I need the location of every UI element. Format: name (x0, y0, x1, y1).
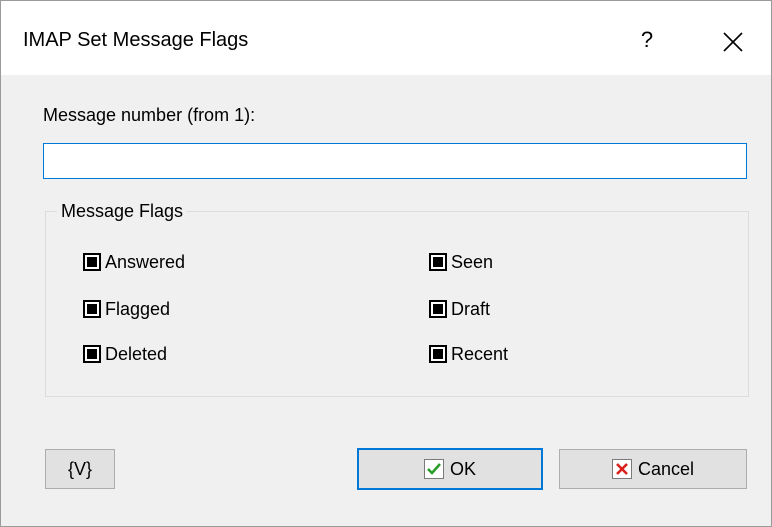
message-flags-legend: Message Flags (57, 201, 188, 222)
checkbox-label: Answered (105, 251, 186, 272)
checkbox-deleted[interactable]: Deleted (83, 342, 167, 366)
message-number-input[interactable] (43, 143, 747, 179)
checkbox-label: Draft (451, 298, 491, 319)
dialog-window: IMAP Set Message Flags ? Message number … (0, 0, 772, 527)
checkbox-box (429, 345, 447, 363)
checkbox-answered[interactable]: Answered (83, 250, 185, 274)
variables-button-label: {V} (67, 458, 93, 479)
variables-button[interactable]: {V} (45, 449, 115, 489)
checkmark-icon (423, 459, 444, 479)
checkbox-seen[interactable]: Seen (429, 250, 493, 274)
checkbox-recent[interactable]: Recent (429, 342, 508, 366)
checkbox-label: Seen (451, 251, 494, 272)
checkbox-box (429, 253, 447, 271)
checkbox-draft[interactable]: Draft (429, 297, 490, 321)
cancel-button-label: Cancel (637, 458, 695, 479)
checkbox-box (83, 253, 101, 271)
checkbox-label: Recent (451, 343, 509, 364)
checkbox-label: Flagged (105, 298, 171, 319)
checkbox-box (83, 300, 101, 318)
cancel-button[interactable]: Cancel (559, 449, 747, 489)
title-bar: IMAP Set Message Flags ? (1, 1, 771, 75)
message-number-label: Message number (from 1): (43, 105, 256, 125)
checkbox-box (429, 300, 447, 318)
x-icon (611, 459, 632, 479)
close-icon (723, 32, 743, 52)
ok-button-label: OK (449, 458, 476, 479)
ok-button[interactable]: OK (357, 448, 543, 490)
checkbox-flagged[interactable]: Flagged (83, 297, 170, 321)
dialog-title: IMAP Set Message Flags (23, 29, 249, 51)
help-button[interactable]: ? (627, 25, 667, 55)
close-button[interactable] (717, 27, 749, 57)
checkbox-label: Deleted (105, 343, 168, 364)
checkbox-box (83, 345, 101, 363)
